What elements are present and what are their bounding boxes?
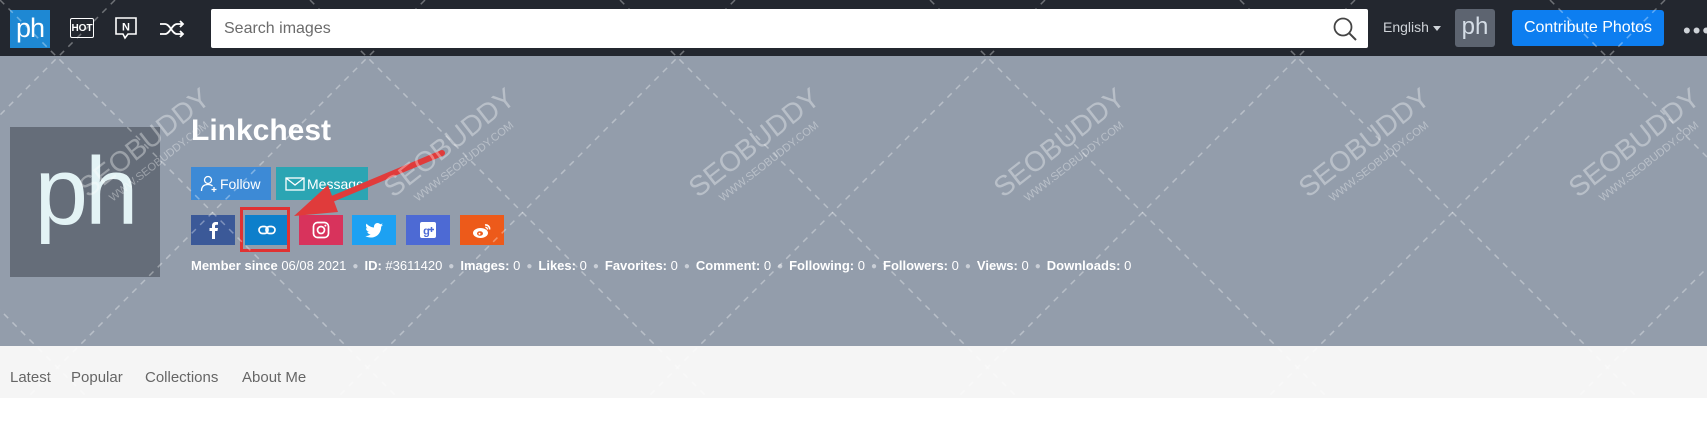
shuffle-icon[interactable] bbox=[158, 17, 186, 41]
stat-value: 0 bbox=[1124, 258, 1132, 273]
user-avatar[interactable]: ph bbox=[1455, 9, 1495, 47]
chevron-down-icon bbox=[1432, 25, 1441, 31]
stat-label: Member since bbox=[191, 258, 278, 273]
new-icon[interactable]: N bbox=[114, 17, 138, 40]
facebook-link[interactable] bbox=[191, 215, 235, 245]
profile-username: Linkchest bbox=[191, 114, 332, 147]
search-bar bbox=[211, 9, 1368, 48]
top-navbar: ph HOT N English ph Contribute Photos ••… bbox=[0, 0, 1707, 56]
profile-avatar: ph bbox=[10, 127, 160, 277]
language-label: English bbox=[1383, 19, 1429, 35]
content-area bbox=[0, 398, 1707, 425]
stat-value: 0 bbox=[513, 258, 521, 273]
more-menu-icon[interactable]: ••• bbox=[1683, 18, 1707, 44]
follow-button[interactable]: Follow bbox=[191, 167, 271, 200]
google-plus-icon: g bbox=[420, 222, 436, 238]
tab-popular[interactable]: Popular bbox=[71, 369, 123, 386]
stat-label: Views: bbox=[976, 258, 1018, 273]
stat-value: 0 bbox=[1021, 258, 1029, 273]
facebook-icon bbox=[209, 222, 218, 239]
contribute-photos-button[interactable]: Contribute Photos bbox=[1512, 10, 1664, 46]
weibo-link[interactable] bbox=[460, 215, 504, 245]
tab-collections[interactable]: Collections bbox=[145, 369, 218, 386]
twitter-icon bbox=[365, 222, 383, 238]
stat-value: 0 bbox=[951, 258, 959, 273]
stat-label: Followers: bbox=[883, 258, 949, 273]
annotation-highlight-box bbox=[240, 207, 290, 252]
instagram-link[interactable] bbox=[299, 215, 343, 245]
stat-label: ID: bbox=[364, 258, 382, 273]
stat-label: Likes: bbox=[538, 258, 576, 273]
stat-value: 0 bbox=[579, 258, 587, 273]
svg-text:g: g bbox=[423, 226, 430, 238]
language-selector[interactable]: English bbox=[1383, 19, 1441, 35]
stat-value: #3611420 bbox=[385, 258, 443, 273]
profile-header bbox=[0, 56, 1707, 346]
stat-label: Favorites: bbox=[604, 258, 668, 273]
profile-stats: Member since 06/08 2021 ● ID: #3611420 ● Ima… bbox=[191, 258, 1132, 273]
stat-value: 0 bbox=[670, 258, 678, 273]
tab-latest[interactable]: Latest bbox=[10, 369, 51, 386]
message-button[interactable]: Message bbox=[276, 167, 368, 200]
add-user-icon bbox=[200, 175, 217, 192]
envelope-icon bbox=[285, 176, 305, 191]
tab-about-me[interactable]: About Me bbox=[242, 369, 306, 386]
stat-label: Downloads: bbox=[1046, 258, 1121, 273]
search-input[interactable] bbox=[211, 9, 1324, 48]
message-label: Message bbox=[307, 175, 364, 192]
instagram-icon bbox=[312, 221, 330, 239]
hot-icon[interactable]: HOT bbox=[70, 18, 94, 38]
stat-label: Images: bbox=[460, 258, 510, 273]
follow-label: Follow bbox=[220, 175, 261, 192]
stat-label: Comment: bbox=[695, 258, 761, 273]
twitter-link[interactable] bbox=[352, 215, 396, 245]
google-plus-link[interactable]: g bbox=[406, 215, 450, 245]
stat-value: 0 bbox=[763, 258, 772, 273]
stat-label: Following: bbox=[789, 258, 855, 273]
search-icon[interactable] bbox=[1332, 16, 1358, 42]
stat-value: 06/08 2021 bbox=[281, 258, 347, 273]
stat-value: 0 bbox=[857, 258, 865, 273]
svg-text:N: N bbox=[122, 22, 130, 34]
site-logo[interactable]: ph bbox=[10, 10, 50, 48]
weibo-icon bbox=[473, 223, 491, 238]
